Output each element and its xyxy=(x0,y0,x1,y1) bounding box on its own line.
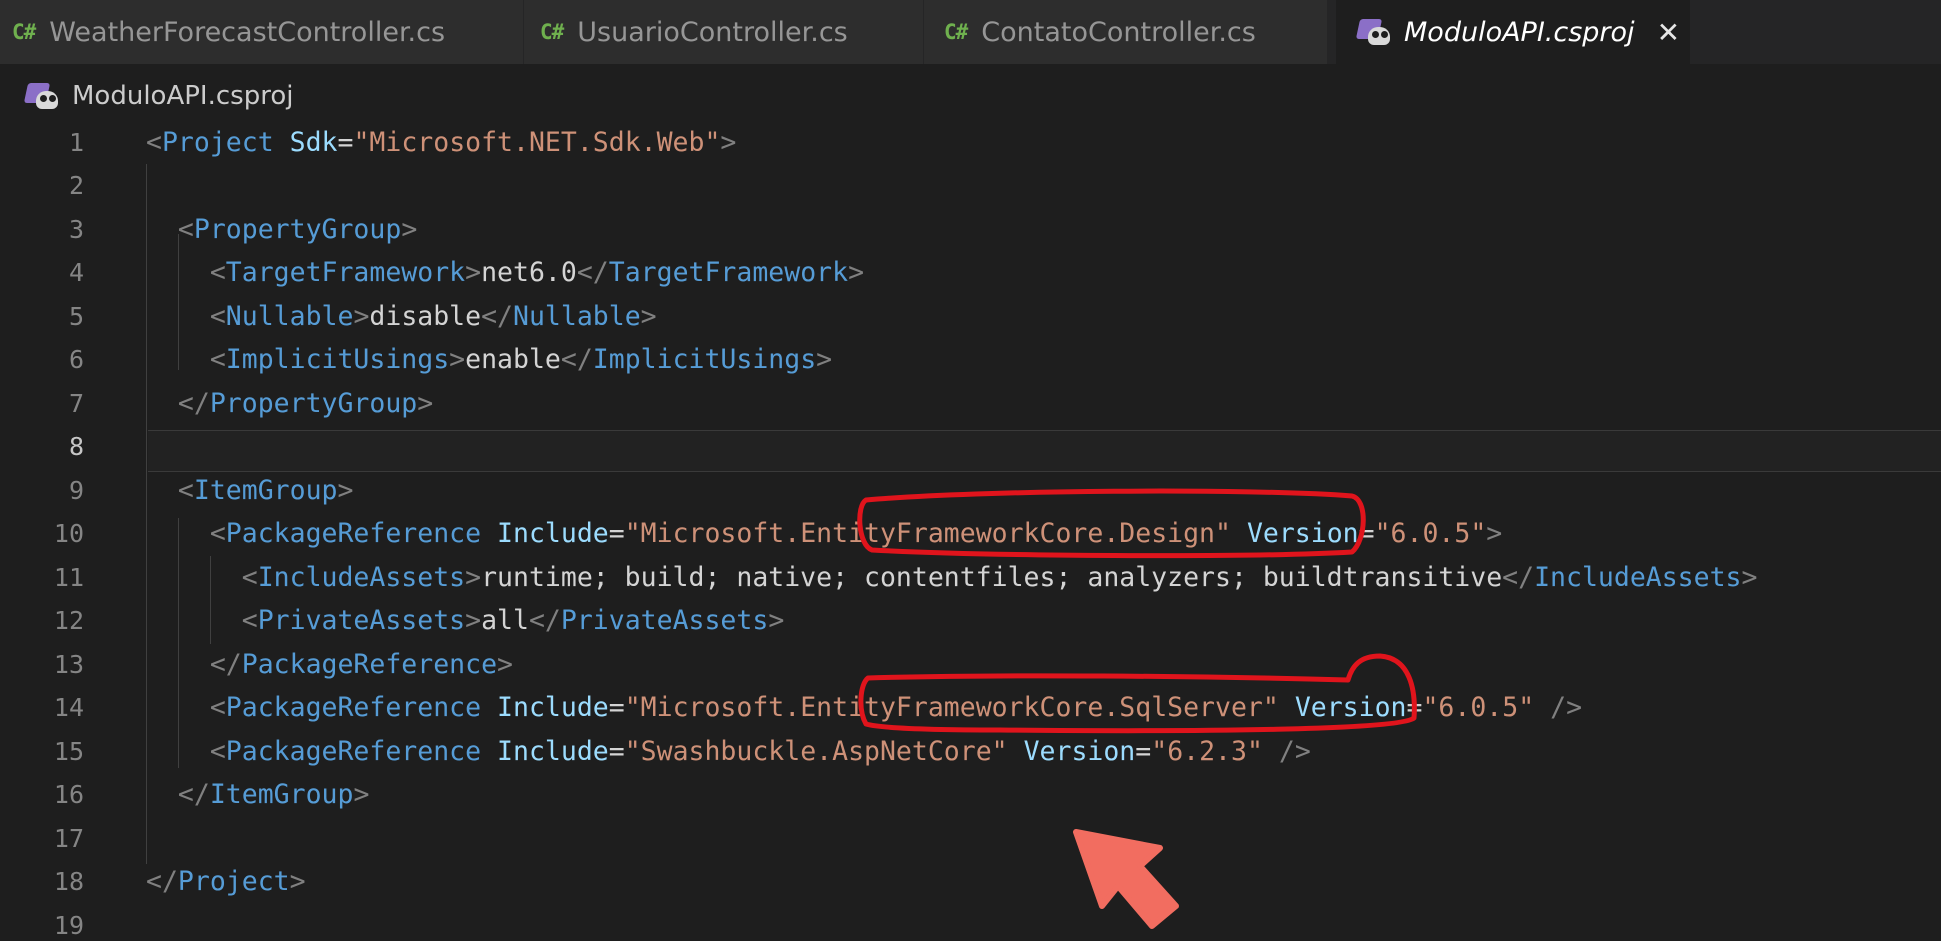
code-text: </Project> xyxy=(146,866,306,897)
line-number: 10 xyxy=(53,519,84,548)
csproj-file-icon xyxy=(23,81,60,111)
tab-bar: C# WeatherForecastController.cs C# Usuar… xyxy=(0,0,1941,64)
code-line[interactable]: 19 xyxy=(0,903,1941,941)
line-number: 17 xyxy=(53,823,84,853)
code-text: <PackageReference Include="Microsoft.Ent… xyxy=(209,518,1503,549)
code-line[interactable]: 2 xyxy=(0,164,1941,208)
code-text: </ItemGroup> xyxy=(177,779,370,810)
line-number: 15 xyxy=(53,736,84,766)
code-text: <IncludeAssets>runtime; build; native; c… xyxy=(241,561,1758,593)
line-number: 9 xyxy=(68,475,84,505)
line-number: 14 xyxy=(53,693,84,722)
tab-contatocontroller[interactable]: C# ContatoController.cs xyxy=(924,0,1328,64)
csharp-file-icon: C# xyxy=(540,20,564,44)
csproj-file-icon xyxy=(1355,17,1392,47)
line-number: 7 xyxy=(68,388,84,418)
line-number: 4 xyxy=(68,258,84,287)
tab-label: ModuloAPI.csproj xyxy=(1404,16,1635,48)
line-number: 16 xyxy=(53,780,84,809)
tab-label: ContatoController.cs xyxy=(981,16,1256,48)
code-line[interactable]: 6 <ImplicitUsings>enable</ImplicitUsings… xyxy=(0,338,1941,382)
code-line[interactable]: 11 <IncludeAssets>runtime; build; native… xyxy=(0,555,1941,599)
code-text: <PropertyGroup> xyxy=(177,213,418,245)
line-number: 8 xyxy=(68,432,84,461)
code-line[interactable]: 12 <PrivateAssets>all</PrivateAssets> xyxy=(0,599,1941,643)
code-text: <ImplicitUsings>enable</ImplicitUsings> xyxy=(209,344,833,375)
tab-label: UsuarioController.cs xyxy=(577,16,848,48)
code-text: <ItemGroup> xyxy=(177,474,354,506)
line-number: 18 xyxy=(53,867,84,896)
line-number: 3 xyxy=(68,214,84,244)
tab-weatherforecastcontroller[interactable]: C# WeatherForecastController.cs xyxy=(0,0,524,64)
line-number: 19 xyxy=(53,910,84,940)
code-line[interactable]: 9 <ItemGroup> xyxy=(0,468,1941,512)
line-number: 13 xyxy=(53,649,84,679)
code-text: <Project Sdk="Microsoft.NET.Sdk.Web"> xyxy=(146,126,737,158)
code-line[interactable]: 4 <TargetFramework>net6.0</TargetFramewo… xyxy=(0,251,1941,295)
tab-label: WeatherForecastController.cs xyxy=(49,16,446,48)
line-number: 2 xyxy=(68,171,84,200)
code-line[interactable]: 17 xyxy=(0,816,1941,860)
code-line[interactable]: 13 </PackageReference> xyxy=(0,642,1941,686)
line-number: 5 xyxy=(68,301,84,331)
line-number: 11 xyxy=(53,562,84,592)
code-line[interactable]: 10 <PackageReference Include="Microsoft.… xyxy=(0,512,1941,556)
code-line[interactable]: 1 <Project Sdk="Microsoft.NET.Sdk.Web"> xyxy=(0,120,1941,164)
breadcrumb[interactable]: ModuloAPI.csproj xyxy=(23,74,294,118)
code-line[interactable]: 18 </Project> xyxy=(0,860,1941,904)
code-line[interactable]: 8 xyxy=(0,425,1941,469)
line-number: 1 xyxy=(68,127,84,157)
breadcrumb-label: ModuloAPI.csproj xyxy=(72,81,294,111)
csharp-file-icon: C# xyxy=(12,20,36,44)
code-text: <PrivateAssets>all</PrivateAssets> xyxy=(241,605,785,636)
code-line[interactable]: 15 <PackageReference Include="Swashbuckl… xyxy=(0,729,1941,773)
code-line[interactable]: 7 </PropertyGroup> xyxy=(0,381,1941,425)
tab-moduloapi-csproj[interactable]: ModuloAPI.csproj ✕ xyxy=(1336,0,1691,64)
csharp-file-icon: C# xyxy=(944,20,968,44)
code-line[interactable]: 16 </ItemGroup> xyxy=(0,773,1941,817)
code-text: </PackageReference> xyxy=(209,648,513,680)
code-text: <TargetFramework>net6.0</TargetFramework… xyxy=(209,257,865,288)
close-icon[interactable]: ✕ xyxy=(1657,16,1680,49)
code-line[interactable]: 5 <Nullable>disable</Nullable> xyxy=(0,294,1941,338)
code-text: <PackageReference Include="Swashbuckle.A… xyxy=(209,735,1311,767)
code-text: <Nullable>disable</Nullable> xyxy=(209,300,657,332)
tab-usuariocontroller[interactable]: C# UsuarioController.cs xyxy=(524,0,924,64)
code-editor[interactable]: 1 <Project Sdk="Microsoft.NET.Sdk.Web"> 2 3… xyxy=(0,124,1941,941)
code-text: <PackageReference Include="Microsoft.Ent… xyxy=(209,692,1583,723)
code-line[interactable]: 3 <PropertyGroup> xyxy=(0,207,1941,251)
code-line[interactable]: 14 <PackageReference Include="Microsoft.… xyxy=(0,686,1941,730)
code-text: </PropertyGroup> xyxy=(177,387,434,419)
line-number: 12 xyxy=(53,606,84,635)
line-number: 6 xyxy=(68,345,84,374)
